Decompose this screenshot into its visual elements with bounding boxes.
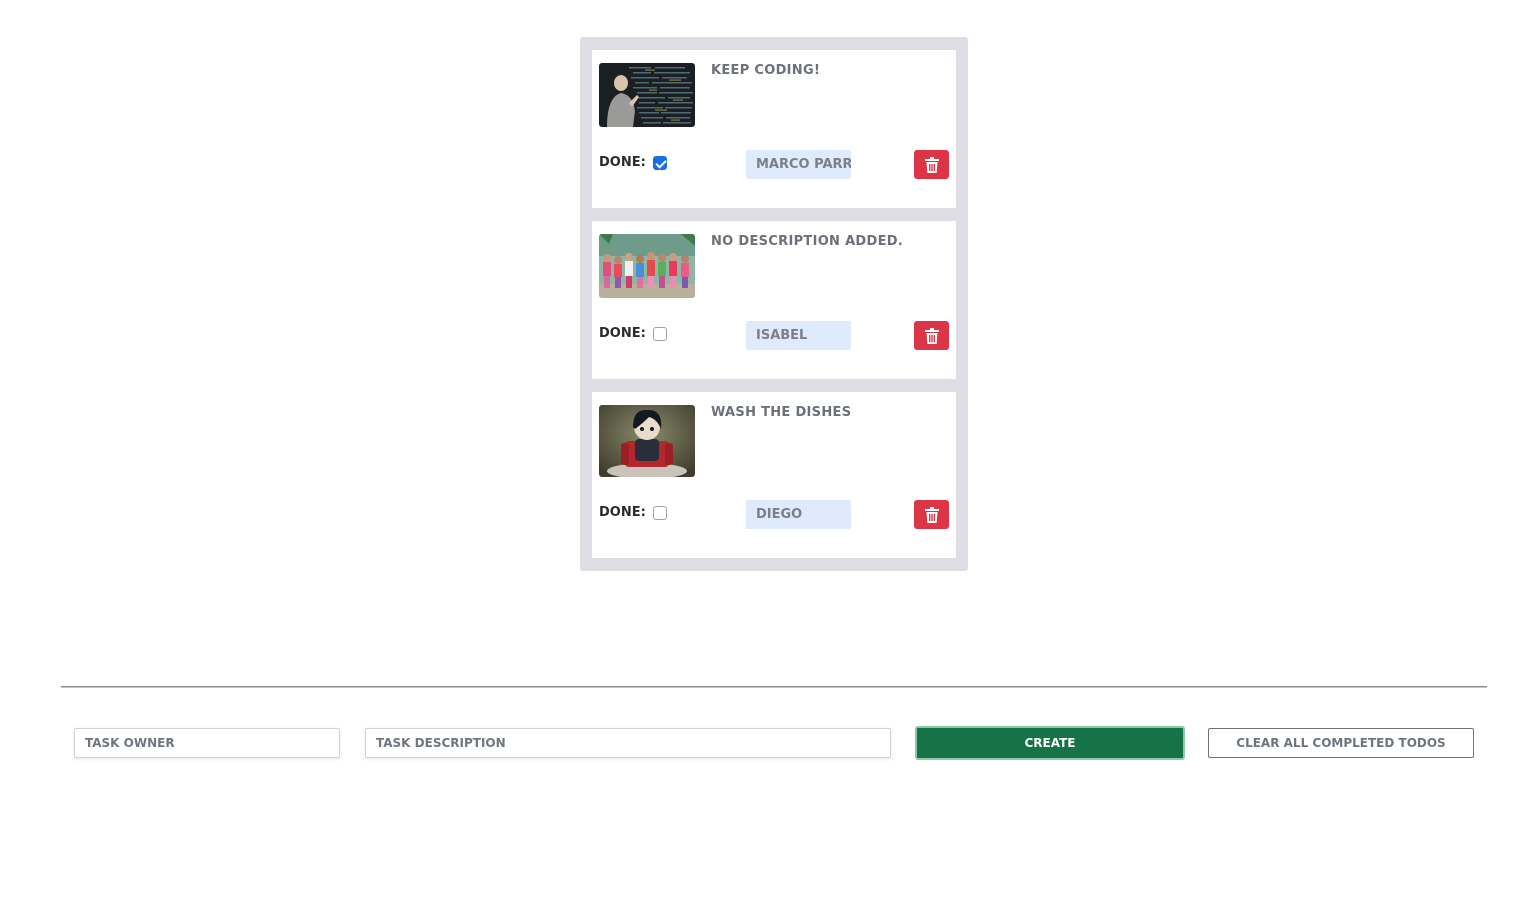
task-description-input[interactable] bbox=[365, 728, 891, 758]
todo-card: Keep coding! Done: Marco Parr bbox=[592, 50, 956, 208]
trash-icon bbox=[924, 327, 939, 344]
todo-description: No description added. bbox=[711, 234, 904, 249]
done-label: Done: bbox=[599, 505, 646, 520]
done-checkbox[interactable] bbox=[652, 326, 667, 341]
owner-badge: Marco Parr bbox=[746, 150, 851, 179]
clear-completed-label: Clear all completed todos bbox=[1236, 736, 1446, 750]
trash-icon bbox=[924, 156, 939, 173]
todo-image bbox=[599, 234, 695, 298]
owner-badge: Diego bbox=[746, 500, 851, 529]
create-button[interactable]: Create bbox=[915, 726, 1185, 760]
task-owner-input[interactable] bbox=[74, 728, 340, 758]
clear-completed-button[interactable]: Clear all completed todos bbox=[1208, 728, 1474, 758]
done-checkbox[interactable] bbox=[652, 155, 667, 170]
todo-app: Keep coding! Done: Marco Parr bbox=[0, 0, 1525, 914]
done-toggle-row: Done: bbox=[599, 326, 667, 341]
owner-badge: Isabel bbox=[746, 321, 851, 350]
divider bbox=[61, 686, 1487, 688]
todo-image bbox=[599, 405, 695, 477]
delete-button[interactable] bbox=[914, 500, 949, 529]
todo-description: Wash the dishes bbox=[711, 405, 852, 420]
todo-card: No description added. Done: Isabel bbox=[592, 221, 956, 379]
todo-card: Wash the dishes Done: Diego bbox=[592, 392, 956, 558]
trash-icon bbox=[924, 506, 939, 523]
done-label: Done: bbox=[599, 326, 646, 341]
create-button-label: Create bbox=[1024, 736, 1076, 750]
todo-list: Keep coding! Done: Marco Parr bbox=[580, 37, 968, 571]
delete-button[interactable] bbox=[914, 150, 949, 179]
done-checkbox[interactable] bbox=[652, 505, 667, 520]
done-label: Done: bbox=[599, 155, 646, 170]
todo-image bbox=[599, 63, 695, 127]
delete-button[interactable] bbox=[914, 321, 949, 350]
todo-description: Keep coding! bbox=[711, 63, 821, 78]
done-toggle-row: Done: bbox=[599, 505, 667, 520]
done-toggle-row: Done: bbox=[599, 155, 667, 170]
